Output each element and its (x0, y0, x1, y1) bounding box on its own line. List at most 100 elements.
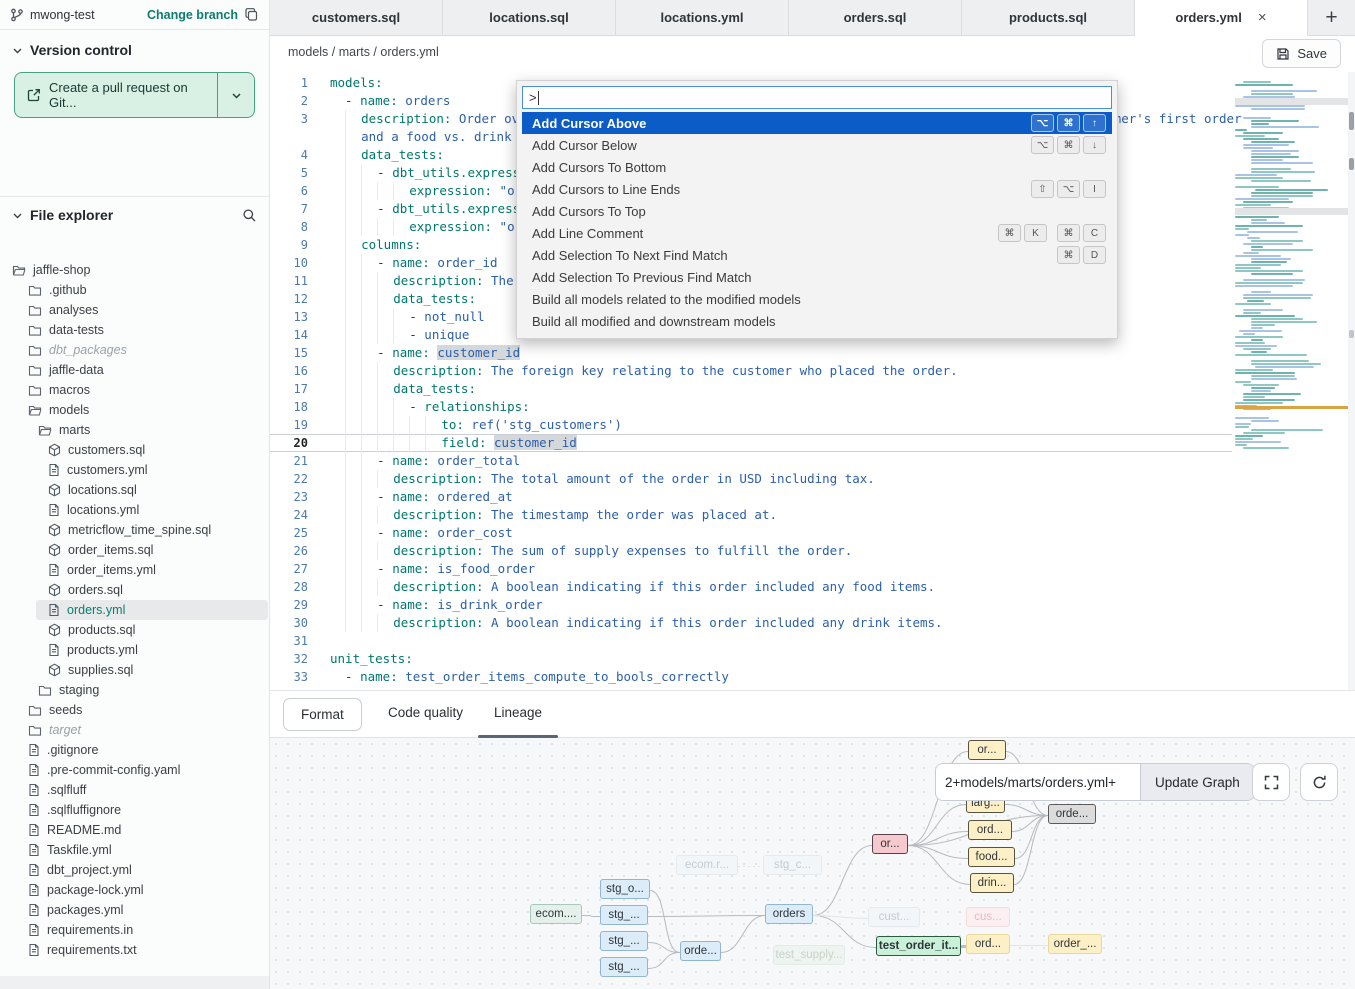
sidebar-scrollbar[interactable] (0, 976, 269, 989)
editor-line-25[interactable]: 25- name: order_cost (270, 524, 1232, 542)
file-tree-item-orders-yml[interactable]: orders.yml (36, 600, 268, 620)
tab-locations-sql[interactable]: locations.sql (443, 0, 616, 36)
lineage-node-tsupF[interactable]: test_supply... (773, 945, 845, 965)
file-tree-item--gitignore[interactable]: .gitignore (16, 740, 268, 760)
file-tree-item-requirements-in[interactable]: requirements.in (16, 920, 268, 940)
copy-icon[interactable] (244, 7, 259, 22)
minimap[interactable] (1235, 78, 1348, 530)
file-tree-item--pre-commit-config-yaml[interactable]: .pre-commit-config.yaml (16, 760, 268, 780)
lineage-node-stg2[interactable]: stg_... (600, 905, 648, 925)
file-tree-item-products-yml[interactable]: products.yml (36, 640, 268, 660)
tab-orders-yml[interactable]: orders.yml× (1135, 0, 1308, 36)
file-tree-item-locations-sql[interactable]: locations.sql (36, 480, 268, 500)
command-item-add-cursor-above[interactable]: Add Cursor Above⌥⌘↑ (522, 112, 1112, 134)
tab-products-sql[interactable]: products.sql (962, 0, 1135, 36)
command-item-add-cursors-to-bottom[interactable]: Add Cursors To Bottom (522, 156, 1112, 178)
close-tab-icon[interactable]: × (1258, 9, 1267, 26)
lineage-node-stgO[interactable]: stg_o... (600, 879, 650, 899)
format-button[interactable]: Format (283, 698, 362, 731)
file-tree-item-marts[interactable]: marts (26, 420, 268, 440)
lineage-node-stg3[interactable]: stg_... (600, 931, 648, 951)
editor-line-33[interactable]: 33- name: test_order_items_compute_to_bo… (270, 668, 1232, 686)
lineage-node-custF[interactable]: cust... (868, 907, 920, 927)
editor-line-26[interactable]: 26description: The sum of supply expense… (270, 542, 1232, 560)
version-control-header[interactable]: Version control (0, 30, 269, 66)
file-tree-item-macros[interactable]: macros (16, 380, 268, 400)
file-tree-item-models[interactable]: models (16, 400, 268, 420)
command-item-add-cursors-to-top[interactable]: Add Cursors To Top (522, 200, 1112, 222)
command-item-build-all-modified-and-downstream-models[interactable]: Build all modified and downstream models (522, 310, 1112, 332)
lineage-node-orPink[interactable]: or... (872, 834, 908, 854)
editor-line-21[interactable]: 21- name: order_total (270, 452, 1232, 470)
save-button[interactable]: Save (1262, 39, 1341, 68)
file-tree-item-order-items-yml[interactable]: order_items.yml (36, 560, 268, 580)
lineage-node-stg4[interactable]: stg_... (600, 957, 648, 977)
file-tree-item-seeds[interactable]: seeds (16, 700, 268, 720)
refresh-button[interactable] (1300, 763, 1338, 801)
lineage-node-ecom[interactable]: ecom.... (530, 904, 582, 924)
file-explorer-header[interactable]: File explorer (0, 197, 269, 231)
editor-line-29[interactable]: 29- name: is_drink_order (270, 596, 1232, 614)
file-tree-item-locations-yml[interactable]: locations.yml (36, 500, 268, 520)
editor-line-27[interactable]: 27- name: is_food_order (270, 560, 1232, 578)
file-tree-item-products-sql[interactable]: products.sql (36, 620, 268, 640)
lineage-node-ecomRF[interactable]: ecom.r... (676, 855, 738, 875)
search-icon[interactable] (242, 208, 257, 223)
file-tree-item-customers-sql[interactable]: customers.sql (36, 440, 268, 460)
file-tree-item-target[interactable]: target (16, 720, 268, 740)
graph-selector-input[interactable]: 2+models/marts/orders.yml+ (936, 764, 1140, 800)
file-tree-item-order-items-sql[interactable]: order_items.sql (36, 540, 268, 560)
file-tree-item-supplies-sql[interactable]: supplies.sql (36, 660, 268, 680)
lineage-node-orders[interactable]: orders (765, 904, 813, 924)
file-tree-item-taskfile-yml[interactable]: Taskfile.yml (16, 840, 268, 860)
file-tree-item-dbt-project-yml[interactable]: dbt_project.yml (16, 860, 268, 880)
editor-line-18[interactable]: 18- relationships: (270, 398, 1232, 416)
change-branch-link[interactable]: Change branch (147, 8, 238, 22)
tab-lineage[interactable]: Lineage (494, 705, 542, 720)
file-tree-item-readme-md[interactable]: README.md (16, 820, 268, 840)
file-tree-item-orders-sql[interactable]: orders.sql (36, 580, 268, 600)
editor-line-15[interactable]: 15- name: customer_id (270, 344, 1232, 362)
update-graph-button[interactable]: Update Graph (1140, 764, 1254, 800)
file-tree-item-jaffle-data[interactable]: jaffle-data (16, 360, 268, 380)
command-item-add-line-comment[interactable]: Add Line Comment⌘K⌘C (522, 222, 1112, 244)
tab-customers-sql[interactable]: customers.sql (270, 0, 443, 36)
lineage-node-food[interactable]: food... (968, 847, 1015, 867)
lineage-node-orderY[interactable]: order_... (1048, 934, 1102, 954)
editor-scrollbar[interactable] (1348, 72, 1355, 690)
editor-line-17[interactable]: 17data_tests: (270, 380, 1232, 398)
lineage-panel[interactable]: 2+models/marts/orders.yml+ Update Graph … (270, 738, 1355, 989)
lineage-node-stgCF[interactable]: stg_c... (763, 855, 822, 875)
lineage-node-ordeGray[interactable]: orde... (1048, 804, 1096, 824)
tab-code-quality[interactable]: Code quality (388, 705, 463, 720)
create-pr-button[interactable]: Create a pull request on Git... (14, 72, 255, 118)
command-item-add-cursor-below[interactable]: Add Cursor Below⌥⌘↓ (522, 134, 1112, 156)
pr-dropdown-caret[interactable] (217, 73, 254, 117)
editor-line-23[interactable]: 23- name: ordered_at (270, 488, 1232, 506)
file-tree-item-data-tests[interactable]: data-tests (16, 320, 268, 340)
lineage-node-orYtop[interactable]: or... (968, 740, 1006, 760)
command-palette-input[interactable]: > (522, 86, 1112, 109)
tab-locations-yml[interactable]: locations.yml (616, 0, 789, 36)
command-item-add-cursors-to-line-ends[interactable]: Add Cursors to Line Ends⇧⌥I (522, 178, 1112, 200)
file-tree-item-packages-yml[interactable]: packages.yml (16, 900, 268, 920)
file-tree-item-metricflow-time-spine-sql[interactable]: metricflow_time_spine.sql (36, 520, 268, 540)
lineage-node-ordY3[interactable]: ord... (966, 934, 1010, 954)
lineage-node-cusPF[interactable]: cus... (966, 907, 1010, 927)
file-tree-item--github[interactable]: .github (16, 280, 268, 300)
file-tree-item--sqlfluff[interactable]: .sqlfluff (16, 780, 268, 800)
file-tree-item-requirements-txt[interactable]: requirements.txt (16, 940, 268, 960)
fullscreen-button[interactable] (1252, 763, 1290, 801)
new-tab-button[interactable]: + (1325, 7, 1337, 28)
command-item-build-all-models-related-to-the-modified-models[interactable]: Build all models related to the modified… (522, 288, 1112, 310)
editor-line-16[interactable]: 16description: The foreign key relating … (270, 362, 1232, 380)
lineage-node-ordeItems[interactable]: orde... (680, 941, 721, 961)
file-tree-item-staging[interactable]: staging (26, 680, 268, 700)
file-tree-item-jaffle-shop[interactable]: jaffle-shop (0, 260, 268, 280)
editor-line-24[interactable]: 24description: The timestamp the order w… (270, 506, 1232, 524)
editor-line-20[interactable]: 20field: customer_id (270, 434, 1232, 452)
editor-line-19[interactable]: 19to: ref('stg_customers') (270, 416, 1232, 434)
editor-line-31[interactable]: 31 (270, 632, 1232, 650)
file-tree-item-customers-yml[interactable]: customers.yml (36, 460, 268, 480)
file-tree-item-package-lock-yml[interactable]: package-lock.yml (16, 880, 268, 900)
